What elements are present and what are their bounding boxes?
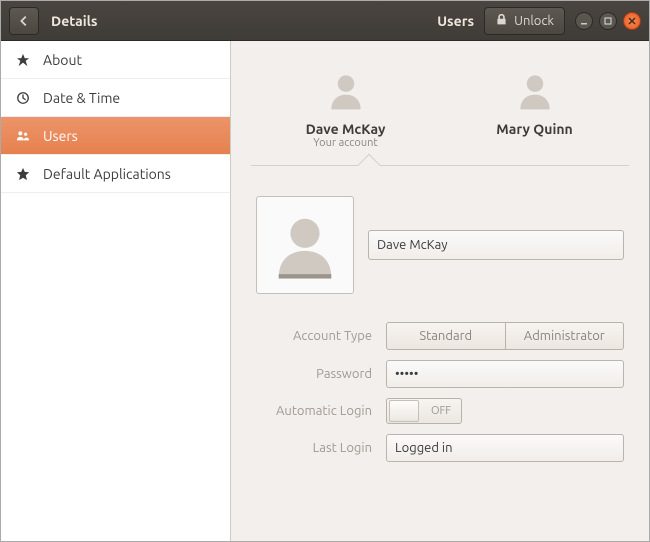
back-button[interactable] — [9, 7, 39, 35]
tab-divider — [251, 165, 629, 166]
close-button[interactable] — [623, 12, 641, 30]
password-field[interactable]: ••••• — [386, 360, 624, 388]
last-login-value[interactable]: Logged in — [386, 434, 624, 462]
user-tab-name: Dave McKay — [251, 121, 440, 137]
label-auto-login: Automatic Login — [256, 404, 386, 418]
page-title: Details — [51, 13, 97, 29]
maximize-button[interactable] — [599, 12, 617, 30]
sidebar-item-label: Users — [43, 128, 78, 144]
titlebar: Details Users Unlock — [1, 1, 649, 41]
sidebar-item-label: Date & Time — [43, 90, 120, 106]
user-tab-name: Mary Quinn — [440, 121, 629, 137]
lock-icon — [495, 13, 508, 29]
minimize-button[interactable] — [575, 12, 593, 30]
user-detail: Account Type Standard Administrator Pass… — [231, 166, 649, 492]
account-type-standard[interactable]: Standard — [386, 322, 506, 350]
plus-icon — [15, 52, 31, 68]
sidebar: About Date & Time Users Default Applicat… — [1, 41, 231, 541]
avatar-icon — [251, 69, 440, 117]
user-tab-selected[interactable]: Dave McKay Your account — [251, 69, 440, 165]
sidebar-item-label: Default Applications — [43, 166, 171, 182]
label-account-type: Account Type — [256, 329, 386, 343]
toggle-state: OFF — [421, 405, 461, 417]
unlock-button[interactable]: Unlock — [484, 7, 565, 35]
sidebar-item-users[interactable]: Users — [1, 117, 230, 155]
main-panel: Dave McKay Your account Mary Quinn — [231, 41, 649, 541]
sidebar-item-label: About — [43, 52, 82, 68]
window-controls — [575, 12, 641, 30]
sidebar-item-default-apps[interactable]: Default Applications — [1, 155, 230, 193]
avatar-selector[interactable] — [256, 196, 354, 294]
account-type-toggle[interactable]: Standard Administrator — [386, 322, 624, 350]
section-name: Users — [437, 13, 474, 29]
users-icon — [15, 128, 31, 144]
account-type-admin[interactable]: Administrator — [506, 322, 625, 350]
label-last-login: Last Login — [256, 441, 386, 455]
avatar-icon — [440, 69, 629, 117]
unlock-label: Unlock — [514, 14, 554, 28]
sidebar-item-about[interactable]: About — [1, 41, 230, 79]
star-icon — [15, 166, 31, 182]
clock-icon — [15, 90, 31, 106]
automatic-login-toggle[interactable]: OFF — [386, 398, 462, 424]
user-tab[interactable]: Mary Quinn — [440, 69, 629, 165]
user-tabs: Dave McKay Your account Mary Quinn — [231, 41, 649, 165]
toggle-knob — [389, 400, 419, 422]
sidebar-item-datetime[interactable]: Date & Time — [1, 79, 230, 117]
user-tab-subtitle: Your account — [251, 137, 440, 149]
fullname-input[interactable] — [368, 230, 624, 260]
label-password: Password — [256, 367, 386, 381]
